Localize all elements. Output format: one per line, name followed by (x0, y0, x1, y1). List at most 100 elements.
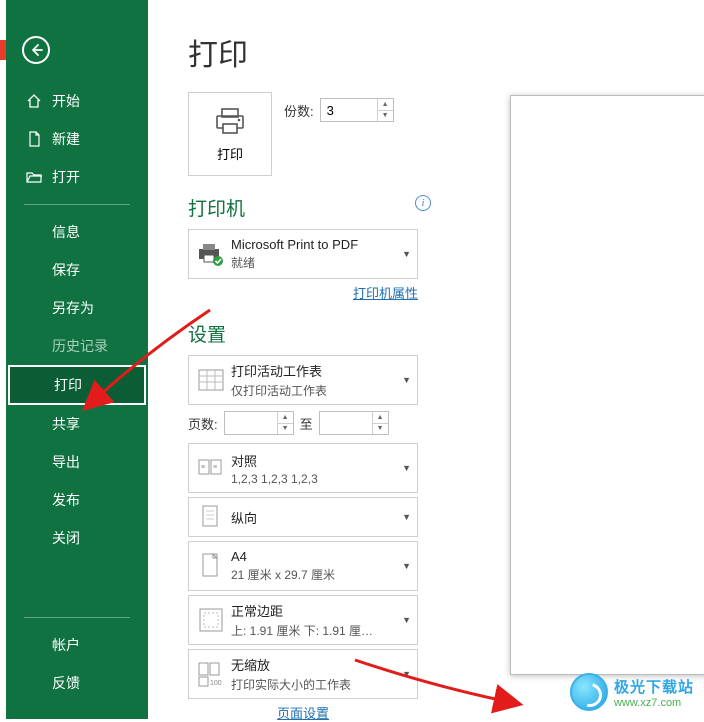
home-icon (26, 93, 44, 109)
sidebar-label: 开始 (52, 91, 80, 111)
sidebar-item-feedback[interactable]: 反馈 (6, 664, 148, 702)
sidebar-item-share[interactable]: 共享 (6, 405, 148, 443)
printer-properties-link[interactable]: 打印机属性 (188, 283, 418, 302)
new-file-icon (26, 131, 44, 147)
print-what-dropdown[interactable]: 打印活动工作表 仅打印活动工作表 ▼ (188, 355, 418, 405)
sidebar-item-history[interactable]: 历史记录 (6, 327, 148, 365)
sidebar-item-close[interactable]: 关闭 (6, 519, 148, 557)
chevron-down-icon: ▼ (402, 669, 411, 679)
sidebar-item-print[interactable]: 打印 (8, 365, 146, 405)
margins-l1: 正常边距 (231, 601, 409, 620)
printer-name: Microsoft Print to PDF (231, 237, 409, 252)
sidebar-label: 信息 (52, 222, 80, 242)
watermark-url: www.xz7.com (614, 697, 694, 709)
printer-section-title: 打印机 (188, 194, 245, 221)
sidebar-separator (24, 204, 130, 205)
sidebar-label: 帐户 (52, 635, 80, 655)
spinner-up-icon[interactable]: ▲ (278, 412, 293, 424)
scaling-l1: 无缩放 (231, 655, 409, 674)
sidebar-label: 反馈 (52, 673, 80, 693)
spinner-down-icon[interactable]: ▼ (278, 424, 293, 435)
print-what-l1: 打印活动工作表 (231, 361, 409, 380)
sidebar-label: 历史记录 (52, 336, 108, 356)
svg-text:100: 100 (210, 680, 222, 687)
watermark-logo-icon (570, 673, 608, 711)
print-button[interactable]: 打印 (188, 92, 272, 176)
sidebar-label: 打印 (54, 375, 82, 395)
printer-dropdown[interactable]: Microsoft Print to PDF 就绪 ▼ (188, 229, 418, 279)
pages-to-input[interactable] (320, 412, 370, 434)
page-icon (197, 553, 225, 579)
printer-ready-icon (197, 241, 225, 267)
spinner-down-icon[interactable]: ▼ (373, 424, 388, 435)
chevron-down-icon: ▼ (402, 512, 411, 522)
watermark: 极光下载站 www.xz7.com (570, 673, 694, 711)
margins-icon (197, 608, 225, 632)
sidebar-label: 发布 (52, 490, 80, 510)
collate-dropdown[interactable]: ≡≡ 对照 1,2,3 1,2,3 1,2,3 ▼ (188, 443, 418, 493)
print-button-label: 打印 (217, 144, 243, 163)
sidebar-label: 打开 (52, 167, 80, 187)
copies-spinner[interactable]: ▲ ▼ (320, 98, 394, 122)
copies-label: 份数: (284, 101, 314, 120)
margins-dropdown[interactable]: 正常边距 上: 1.91 厘米 下: 1.91 厘… ▼ (188, 595, 418, 645)
margins-l2: 上: 1.91 厘米 下: 1.91 厘… (231, 622, 409, 639)
red-accent (0, 40, 6, 60)
sidebar-label: 导出 (52, 452, 80, 472)
scaling-l2: 打印实际大小的工作表 (231, 676, 409, 693)
chevron-down-icon: ▼ (402, 249, 411, 259)
svg-text:≡: ≡ (201, 464, 205, 471)
sidebar-label: 保存 (52, 260, 80, 280)
sheet-grid-icon (197, 369, 225, 391)
chevron-down-icon: ▼ (402, 463, 411, 473)
backstage-sidebar: 开始 新建 打开 信息 保存 另存为 历史记录 打印 共享 导出 发布 关闭 (6, 0, 148, 719)
pages-to-spinner[interactable]: ▲▼ (319, 411, 389, 435)
orientation-dropdown[interactable]: 纵向 ▼ (188, 497, 418, 537)
open-folder-icon (26, 169, 44, 185)
sidebar-label: 另存为 (52, 298, 94, 318)
sidebar-label: 关闭 (52, 528, 80, 548)
pages-label: 页数: (188, 414, 218, 433)
scaling-icon: 100 (197, 661, 225, 687)
page-setup-link[interactable]: 页面设置 (188, 703, 418, 722)
back-button[interactable] (22, 36, 50, 64)
sidebar-item-home[interactable]: 开始 (6, 82, 148, 120)
sidebar-item-publish[interactable]: 发布 (6, 481, 148, 519)
spinner-up-icon[interactable]: ▲ (378, 99, 393, 111)
sidebar-separator (24, 617, 130, 618)
spinner-down-icon[interactable]: ▼ (378, 111, 393, 122)
sidebar-item-save[interactable]: 保存 (6, 251, 148, 289)
chevron-down-icon: ▼ (402, 615, 411, 625)
sidebar-item-open[interactable]: 打开 (6, 158, 148, 196)
paper-l1: A4 (231, 549, 409, 564)
pages-from-input[interactable] (225, 412, 275, 434)
printer-icon (213, 106, 247, 136)
watermark-name: 极光下载站 (614, 676, 694, 697)
sidebar-item-info[interactable]: 信息 (6, 213, 148, 251)
collate-l1: 对照 (231, 451, 409, 470)
sidebar-item-export[interactable]: 导出 (6, 443, 148, 481)
print-what-l2: 仅打印活动工作表 (231, 382, 409, 399)
sidebar-item-saveas[interactable]: 另存为 (6, 289, 148, 327)
pages-from-spinner[interactable]: ▲▼ (224, 411, 294, 435)
chevron-down-icon: ▼ (402, 561, 411, 571)
sidebar-item-account[interactable]: 帐户 (6, 626, 148, 664)
spinner-up-icon[interactable]: ▲ (373, 412, 388, 424)
portrait-icon (197, 505, 225, 529)
page-title: 打印 (188, 30, 704, 74)
sidebar-item-new[interactable]: 新建 (6, 120, 148, 158)
pages-to-label: 至 (300, 414, 313, 433)
sidebar-label: 共享 (52, 414, 80, 434)
collate-l2: 1,2,3 1,2,3 1,2,3 (231, 472, 409, 486)
paper-l2: 21 厘米 x 29.7 厘米 (231, 566, 409, 583)
back-arrow-icon (28, 42, 44, 58)
copies-input[interactable] (321, 99, 375, 121)
scaling-dropdown[interactable]: 100 无缩放 打印实际大小的工作表 ▼ (188, 649, 418, 699)
chevron-down-icon: ▼ (402, 375, 411, 385)
info-icon[interactable]: i (415, 195, 431, 211)
collate-icon: ≡≡ (197, 457, 225, 479)
sidebar-label: 新建 (52, 129, 80, 149)
paper-size-dropdown[interactable]: A4 21 厘米 x 29.7 厘米 ▼ (188, 541, 418, 591)
orientation-l1: 纵向 (231, 508, 409, 527)
svg-text:≡: ≡ (213, 464, 217, 471)
